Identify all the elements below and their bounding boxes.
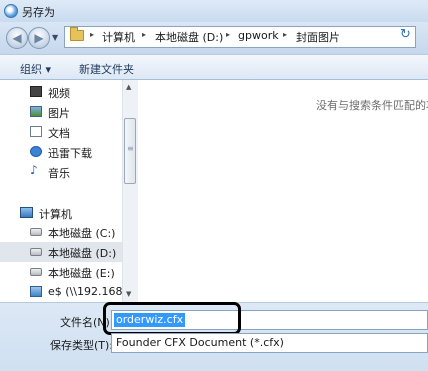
music-icon: ♪ bbox=[30, 163, 38, 177]
filetype-value[interactable]: Founder CFX Document (*.cfx) bbox=[116, 336, 284, 349]
nav-item-music[interactable]: ♪ 音乐 bbox=[30, 163, 122, 181]
back-arrow-icon: ◀ bbox=[12, 31, 22, 45]
file-list[interactable] bbox=[138, 80, 428, 302]
breadcrumb-chevron-icon[interactable]: ▸ bbox=[226, 30, 230, 39]
recent-pages-dropdown-icon[interactable]: ▼ bbox=[52, 33, 58, 42]
annotation-highlight-box bbox=[103, 302, 241, 335]
thunder-icon bbox=[30, 146, 42, 157]
scroll-down-icon[interactable]: ▼ bbox=[126, 290, 131, 298]
nav-item-label: 图片 bbox=[48, 107, 70, 120]
drive-icon bbox=[30, 248, 42, 256]
breadcrumb-chevron-icon[interactable]: ▸ bbox=[142, 30, 146, 39]
nav-item-thunder-downloads[interactable]: 迅雷下载 bbox=[30, 143, 122, 161]
new-folder-button[interactable]: 新建文件夹 bbox=[79, 61, 134, 77]
toolbar bbox=[0, 54, 428, 80]
scroll-up-icon[interactable]: ▲ bbox=[126, 83, 131, 91]
video-icon bbox=[30, 86, 42, 97]
network-drive-icon bbox=[30, 286, 42, 297]
nav-item-label: 本地磁盘 (C:) bbox=[48, 227, 116, 240]
picture-icon bbox=[30, 106, 42, 117]
nav-scrollbar[interactable] bbox=[122, 80, 138, 302]
filetype-label: 保存类型(T): bbox=[50, 339, 114, 352]
nav-item-drive-c[interactable]: 本地磁盘 (C:) bbox=[30, 223, 122, 241]
nav-item-label: 文档 bbox=[48, 127, 70, 140]
nav-item-videos[interactable]: 视频 bbox=[30, 83, 122, 101]
nav-item-drive-d[interactable]: 本地磁盘 (D:) bbox=[30, 243, 122, 261]
empty-results-message: 没有与搜索条件匹配的项 bbox=[316, 99, 428, 112]
nav-item-network-drive[interactable]: e$ (\\192.168.0. bbox=[30, 283, 136, 301]
document-icon bbox=[30, 126, 42, 137]
folder-icon bbox=[70, 27, 84, 41]
nav-item-drive-e[interactable]: 本地磁盘 (E:) bbox=[30, 263, 122, 281]
nav-item-label: 迅雷下载 bbox=[48, 147, 92, 160]
nav-item-label: 音乐 bbox=[48, 167, 70, 180]
nav-item-label: 本地磁盘 (E:) bbox=[48, 267, 115, 280]
nav-item-label: 本地磁盘 (D:) bbox=[48, 247, 117, 260]
breadcrumb-computer[interactable]: 计算机 bbox=[102, 29, 135, 45]
app-icon bbox=[4, 4, 18, 18]
system-drive-icon bbox=[30, 228, 42, 236]
forward-button[interactable]: ▶ bbox=[28, 27, 50, 49]
breadcrumb-chevron-icon[interactable]: ▸ bbox=[90, 30, 94, 39]
refresh-icon[interactable]: ↻ bbox=[400, 27, 411, 42]
breadcrumb-cover-images[interactable]: 封面图片 bbox=[296, 29, 340, 45]
drive-icon bbox=[30, 268, 42, 276]
nav-item-documents[interactable]: 文档 bbox=[30, 123, 122, 141]
window-title: 另存为 bbox=[22, 6, 55, 19]
nav-item-label: 计算机 bbox=[39, 208, 72, 221]
breadcrumb-drive-d[interactable]: 本地磁盘 (D:) bbox=[155, 29, 223, 45]
forward-arrow-icon: ▶ bbox=[34, 31, 44, 45]
title-bar bbox=[0, 0, 428, 22]
grip-icon: ≡ bbox=[127, 144, 134, 153]
nav-item-label: 视频 bbox=[48, 87, 70, 100]
back-button[interactable]: ◀ bbox=[6, 27, 28, 49]
organize-button[interactable]: 组织 ▾ bbox=[20, 61, 51, 77]
nav-item-pictures[interactable]: 图片 bbox=[30, 103, 122, 121]
computer-icon bbox=[20, 207, 33, 218]
breadcrumb-gpwork[interactable]: gpwork bbox=[238, 29, 279, 42]
breadcrumb-chevron-icon[interactable]: ▸ bbox=[283, 30, 287, 39]
nav-item-computer[interactable]: 计算机 bbox=[20, 204, 120, 222]
